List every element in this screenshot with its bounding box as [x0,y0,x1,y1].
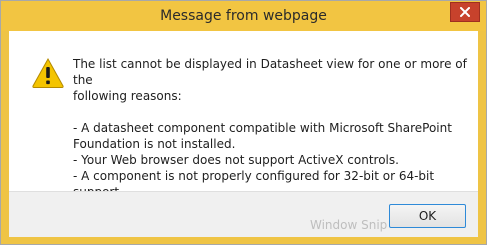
message-line: The list cannot be displayed in Datashee… [73,57,467,87]
message-gap [73,104,468,120]
button-bar: OK [9,191,478,237]
close-icon [460,7,470,17]
dialog-title: Message from webpage [160,8,327,24]
title-bar[interactable]: Message from webpage [1,1,486,31]
message-line: following reasons: [73,89,182,103]
warning-icon [32,57,64,88]
dialog-body: The list cannot be displayed in Datashee… [9,31,478,237]
message-line: - A datasheet component compatible with … [73,121,452,135]
message-text: The list cannot be displayed in Datashee… [73,56,468,200]
message-line: - Your Web browser does not support Acti… [73,153,399,167]
dialog-window: Message from webpage The list cannot be … [0,0,487,245]
message-line: Foundation is not installed. [73,137,236,151]
close-button[interactable] [450,2,480,22]
ok-button[interactable]: OK [389,204,466,228]
window-snip-watermark: Window Snip [310,218,388,232]
